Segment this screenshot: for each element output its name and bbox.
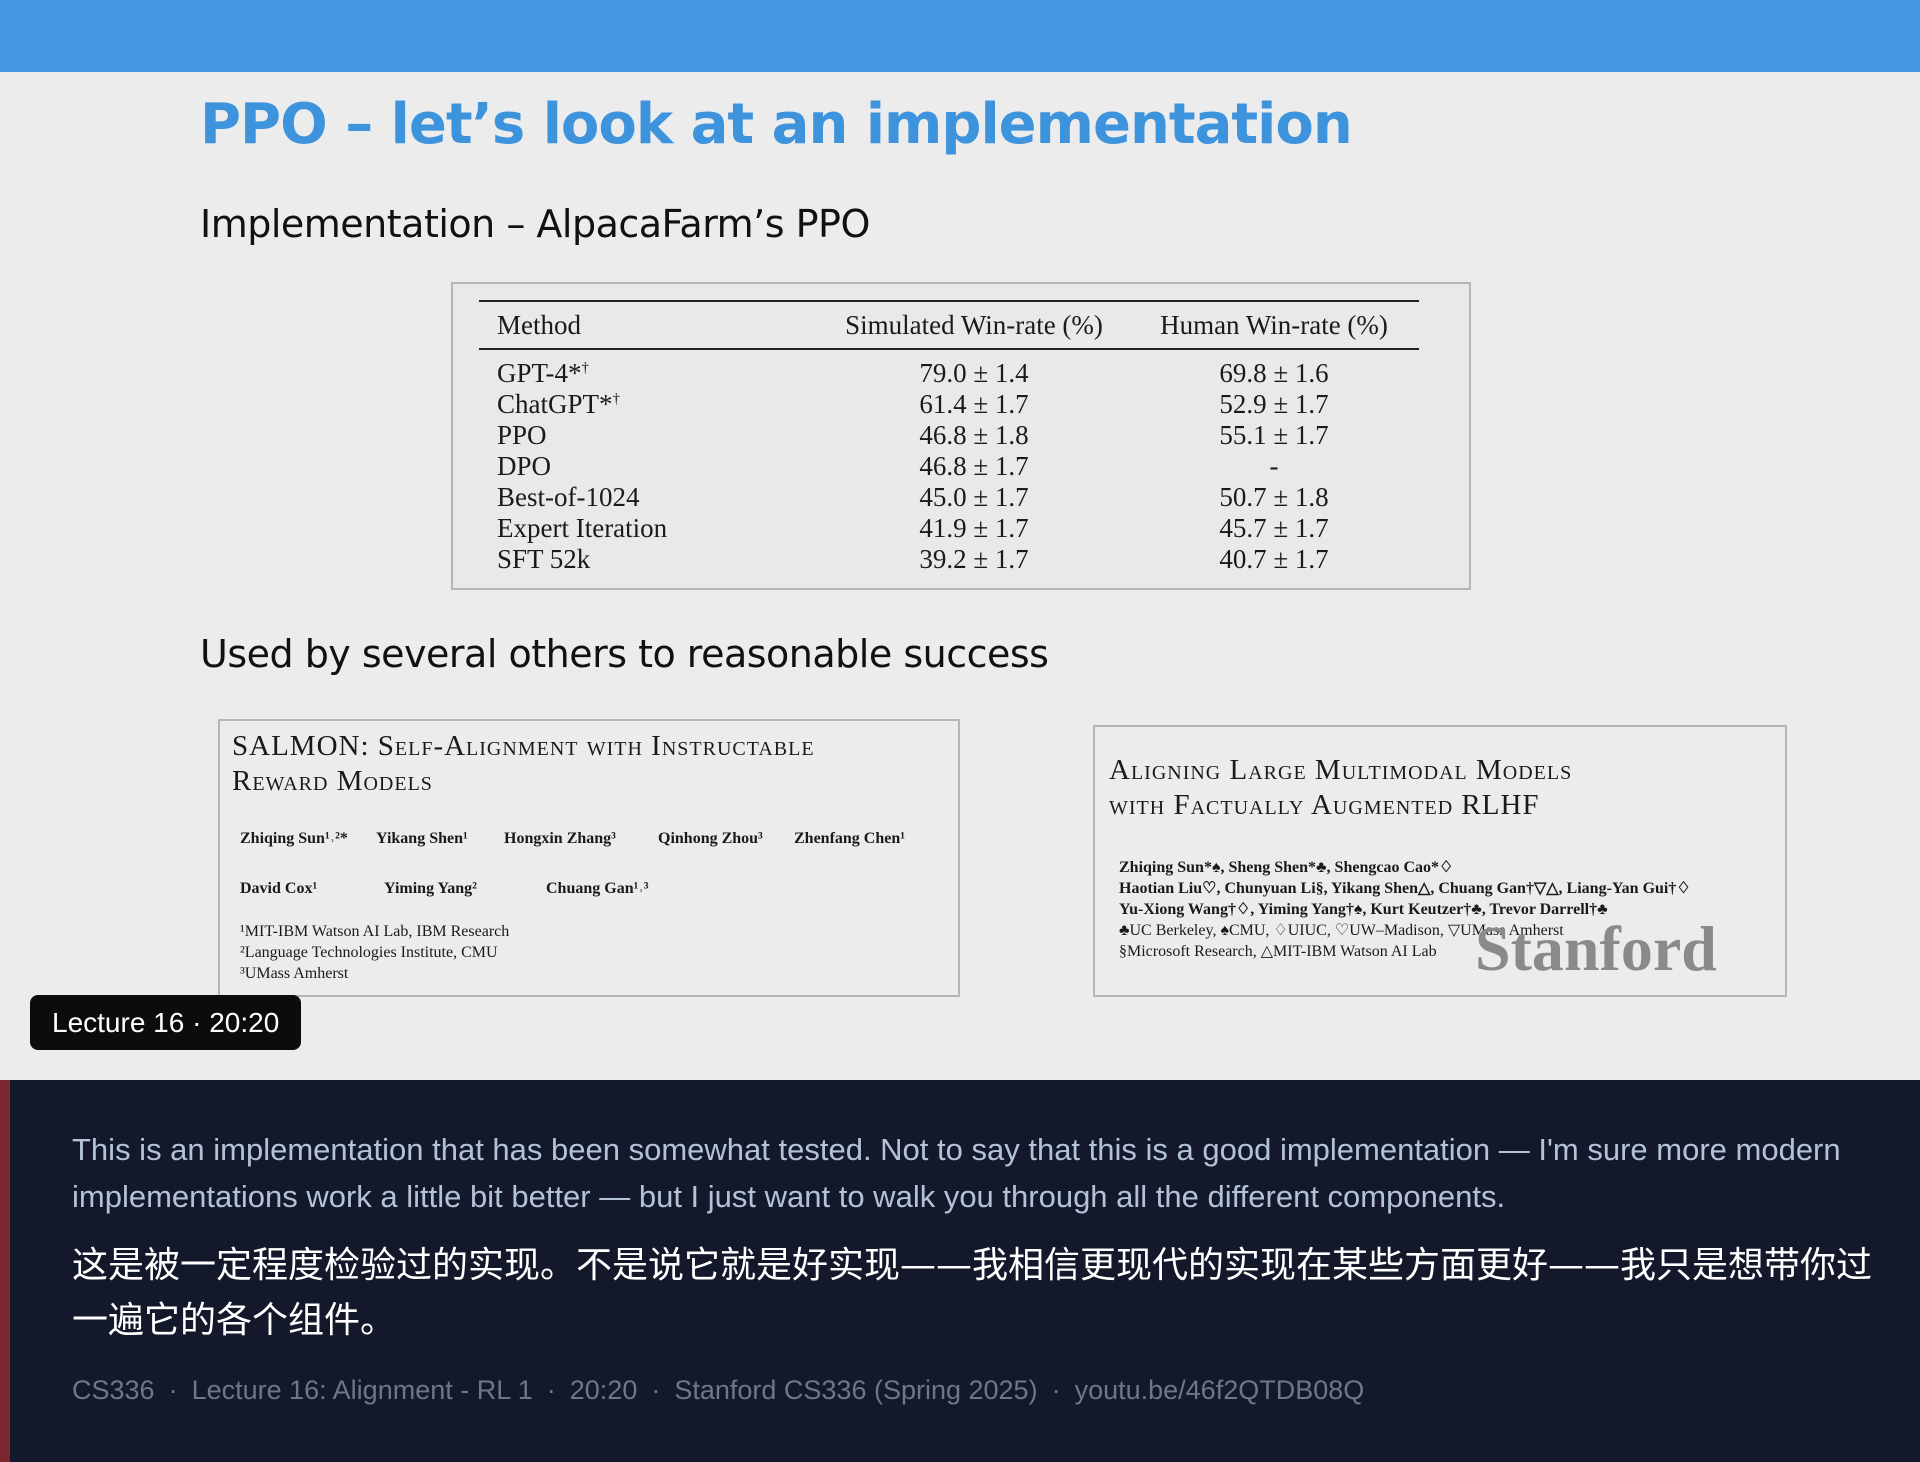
meta-separator: · xyxy=(651,1375,661,1405)
table-row: Best-of-1024 45.0 ± 1.7 50.7 ± 1.8 xyxy=(479,482,1419,513)
results-table: Method Simulated Win-rate (%) Human Win-… xyxy=(479,300,1419,575)
table-cell-simulated: 61.4 ± 1.7 xyxy=(919,389,1029,419)
table-row: PPO 46.8 ± 1.8 55.1 ± 1.7 xyxy=(479,420,1419,451)
table-row: Expert Iteration 41.9 ± 1.7 45.7 ± 1.7 xyxy=(479,513,1419,544)
table-cell-method: PPO xyxy=(497,420,547,450)
paper-affiliations: ¹MIT-IBM Watson AI Lab, IBM Research ²La… xyxy=(240,923,510,982)
meta-time: 20:20 xyxy=(569,1375,638,1405)
caption-chinese: 这是被一定程度检验过的实现。不是说它就是好实现——我相信更现代的实现在某些方面更… xyxy=(72,1245,1873,1341)
slide: PPO – let’s look at an implementation Im… xyxy=(0,0,1920,1080)
table-cell-human: 40.7 ± 1.7 xyxy=(1219,544,1329,574)
caption-accent-bar xyxy=(0,1080,10,1462)
table-cell-human: 55.1 ± 1.7 xyxy=(1219,420,1329,450)
results-table-image: Method Simulated Win-rate (%) Human Win-… xyxy=(451,282,1471,590)
table-header-human: Human Win-rate (%) xyxy=(1160,309,1388,340)
table-row: GPT-4*† 79.0 ± 1.4 69.8 ± 1.6 xyxy=(479,358,1419,389)
table-cell-method: ChatGPT*† xyxy=(497,389,621,419)
table-cell-method: SFT 52k xyxy=(497,544,591,574)
paper-title: Aligning Large Multimodal Models with Fa… xyxy=(1109,754,1573,821)
paper-title: SALMON: Self-Alignment with Instructable… xyxy=(232,730,815,797)
caption-english: This is an implementation that has been … xyxy=(72,1132,1841,1214)
table-cell-simulated: 79.0 ± 1.4 xyxy=(919,358,1029,388)
table-row: ChatGPT*† 61.4 ± 1.7 52.9 ± 1.7 xyxy=(479,389,1419,420)
table-row: SFT 52k 39.2 ± 1.7 40.7 ± 1.7 xyxy=(479,544,1419,575)
slide-title: PPO – let’s look at an implementation xyxy=(200,92,1353,157)
table-row: DPO 46.8 ± 1.7 - xyxy=(479,451,1419,482)
table-cell-simulated: 39.2 ± 1.7 xyxy=(919,544,1029,574)
table-header-simulated: Simulated Win-rate (%) xyxy=(845,309,1103,340)
meta-lecture: Lecture 16: Alignment - RL 1 xyxy=(191,1375,533,1405)
table-cell-human: 69.8 ± 1.6 xyxy=(1219,358,1329,388)
lecture-timestamp-badge: Lecture 16 · 20:20 xyxy=(30,995,302,1050)
meta-source: Stanford CS336 (Spring 2025) xyxy=(674,1375,1038,1405)
table-cell-method: Best-of-1024 xyxy=(497,482,640,512)
table-cell-human: 52.9 ± 1.7 xyxy=(1219,389,1329,419)
slide-subheading-implementation: Implementation – AlpacaFarm’s PPO xyxy=(200,202,870,246)
table-cell-human: 45.7 ± 1.7 xyxy=(1219,513,1329,543)
table-cell-simulated: 46.8 ± 1.8 xyxy=(919,420,1029,450)
table-cell-simulated: 46.8 ± 1.7 xyxy=(919,451,1029,481)
table-cell-human: - xyxy=(1269,451,1279,481)
table-header-row: Method Simulated Win-rate (%) Human Win-… xyxy=(479,302,1419,348)
meta-separator: · xyxy=(546,1375,556,1405)
table-cell-human: 50.7 ± 1.8 xyxy=(1219,482,1329,512)
table-header-method: Method xyxy=(497,309,581,340)
caption-meta: CS336 · Lecture 16: Alignment - RL 1 · 20:20… xyxy=(72,1375,1364,1406)
table-cell-method: GPT-4*† xyxy=(497,358,590,388)
paper-authors: Zhiqing Sun*♠, Sheng Shen*♣, Shengcao Ca… xyxy=(1119,859,1691,918)
table-cell-simulated: 45.0 ± 1.7 xyxy=(919,482,1029,512)
slide-top-bar xyxy=(0,0,1920,72)
meta-separator: · xyxy=(168,1375,178,1405)
meta-course: CS336 xyxy=(72,1375,155,1405)
table-cell-method: Expert Iteration xyxy=(497,513,668,543)
paper-salmon: SALMON: Self-Alignment with Instructable… xyxy=(218,719,960,997)
table-cell-method: DPO xyxy=(497,451,552,481)
stanford-watermark: Stanford xyxy=(1475,913,1717,984)
meta-link[interactable]: youtu.be/46f2QTDB08Q xyxy=(1075,1375,1365,1405)
slide-subheading-success: Used by several others to reasonable suc… xyxy=(200,632,1049,676)
meta-separator: · xyxy=(1051,1375,1061,1405)
table-cell-simulated: 41.9 ± 1.7 xyxy=(919,513,1029,543)
